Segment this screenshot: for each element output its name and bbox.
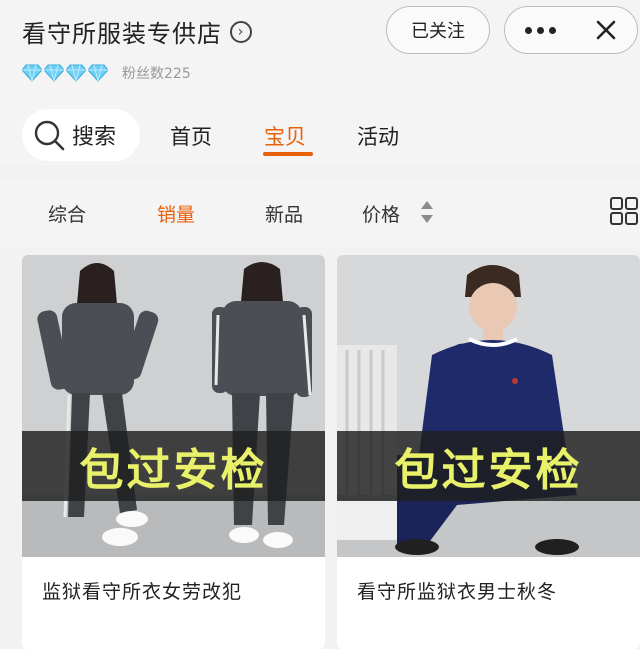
miniapp-capsule xyxy=(504,6,638,54)
shop-header: 看守所服装专供店 › 粉丝数225 已关注 xyxy=(0,0,640,110)
grid-view-icon[interactable] xyxy=(609,196,639,226)
tab-activities[interactable]: 活动 xyxy=(357,121,399,151)
diamond-icon xyxy=(66,64,86,82)
diamond-icon xyxy=(88,64,108,82)
tab-home[interactable]: 首页 xyxy=(170,121,212,151)
close-icon[interactable] xyxy=(575,20,637,40)
sort-new[interactable]: 新品 xyxy=(265,200,303,227)
product-image[interactable]: 包过安检 xyxy=(22,255,325,557)
search-label: 搜索 xyxy=(72,125,117,150)
tab-items[interactable]: 宝贝 xyxy=(264,121,306,151)
sort-sales[interactable]: 销量 xyxy=(157,200,195,227)
promo-banner: 包过安检 xyxy=(337,431,640,501)
diamond-icon xyxy=(22,64,42,82)
follow-button[interactable]: 已关注 xyxy=(386,6,490,54)
product-card[interactable]: 包过安检 监狱看守所衣女劳改犯 xyxy=(22,255,325,649)
product-card[interactable]: 包过安检 看守所监狱衣男士秋冬 xyxy=(337,255,640,649)
sort-comprehensive[interactable]: 综合 xyxy=(48,200,86,227)
sort-bar: 综合 销量 新品 价格 xyxy=(0,180,640,242)
search-icon xyxy=(34,120,65,151)
diamond-icon xyxy=(44,64,64,82)
shop-title[interactable]: 看守所服装专供店 › xyxy=(22,14,252,49)
product-image[interactable]: 包过安检 xyxy=(337,255,640,557)
product-name[interactable]: 看守所监狱衣男士秋冬 xyxy=(357,577,557,604)
chevron-right-icon[interactable]: › xyxy=(230,20,252,43)
shop-nav: 搜索 首页 宝贝 活动 xyxy=(0,105,640,165)
product-name[interactable]: 监狱看守所衣女劳改犯 xyxy=(42,577,242,604)
fans-count: 粉丝数225 xyxy=(122,66,191,82)
sort-arrows-icon[interactable] xyxy=(420,198,434,226)
active-tab-indicator xyxy=(263,152,313,156)
shop-level: 粉丝数225 xyxy=(22,63,191,83)
sort-price[interactable]: 价格 xyxy=(362,200,400,227)
more-icon[interactable] xyxy=(505,26,575,34)
search-button[interactable]: 搜索 xyxy=(22,109,140,161)
promo-banner: 包过安检 xyxy=(22,431,325,501)
shop-name: 看守所服装专供店 xyxy=(22,20,222,48)
